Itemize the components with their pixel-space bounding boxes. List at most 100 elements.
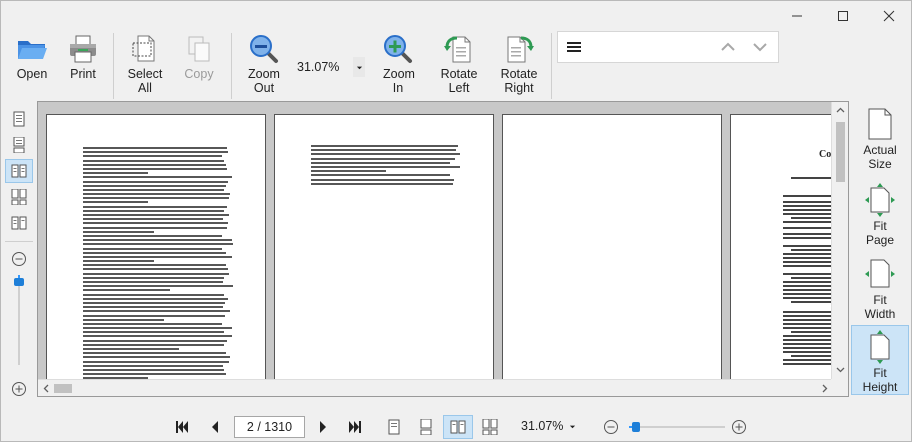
single-page-view-button[interactable] bbox=[5, 107, 33, 131]
previous-page-button[interactable] bbox=[205, 417, 225, 437]
scroll-down-icon[interactable] bbox=[836, 365, 845, 374]
last-page-button[interactable] bbox=[345, 417, 365, 437]
slider-thumb[interactable] bbox=[14, 278, 24, 286]
text-line bbox=[83, 264, 227, 267]
text-line bbox=[83, 301, 225, 304]
continuous-facing-view-button[interactable] bbox=[5, 185, 33, 209]
vertical-scrollbar[interactable] bbox=[831, 102, 848, 380]
single-page-icon bbox=[388, 419, 400, 435]
text-line bbox=[83, 251, 227, 254]
text-line bbox=[83, 255, 233, 258]
chevron-down-icon[interactable] bbox=[752, 39, 768, 55]
fit-height-icon bbox=[870, 330, 890, 364]
text-line bbox=[83, 289, 170, 292]
copy-button[interactable]: Copy bbox=[179, 33, 219, 99]
select-all-button[interactable]: Select All bbox=[123, 33, 167, 99]
slider-thumb[interactable] bbox=[632, 422, 640, 432]
text-line bbox=[83, 322, 222, 325]
text-line bbox=[83, 176, 232, 179]
next-page-button[interactable] bbox=[313, 417, 333, 437]
horizontal-scrollbar[interactable] bbox=[38, 379, 833, 396]
text-line bbox=[83, 218, 223, 221]
document-page bbox=[274, 114, 494, 390]
fit-width-icon bbox=[865, 259, 895, 288]
page-number-input[interactable]: 2 / 1310 bbox=[234, 416, 305, 438]
two-page-continuous-icon bbox=[11, 189, 27, 205]
fit-height-button[interactable]: Fit Height bbox=[851, 325, 909, 395]
facing-view-button[interactable] bbox=[443, 415, 473, 439]
facing-view-button[interactable] bbox=[5, 159, 33, 183]
book-view-button[interactable] bbox=[5, 211, 33, 235]
sidebar-zoom-out-button[interactable] bbox=[5, 247, 33, 271]
previous-page-icon bbox=[212, 421, 218, 433]
last-page-icon bbox=[349, 421, 361, 433]
actual-size-button[interactable]: Actual Size bbox=[851, 103, 909, 173]
continuous-view-button[interactable] bbox=[411, 415, 441, 439]
close-button[interactable] bbox=[866, 1, 912, 31]
circle-plus-icon bbox=[12, 382, 26, 396]
minimize-button[interactable] bbox=[774, 1, 820, 31]
text-line bbox=[83, 335, 232, 338]
text-line bbox=[311, 178, 454, 181]
text-line bbox=[311, 174, 450, 177]
bottom-zoom-slider[interactable] bbox=[629, 422, 725, 432]
text-line bbox=[311, 170, 387, 173]
fit-width-button[interactable]: Fit Width bbox=[851, 253, 909, 323]
text-line bbox=[83, 147, 227, 149]
rotate-right-icon bbox=[507, 36, 534, 63]
sidebar-divider bbox=[5, 241, 33, 242]
single-page-view-button[interactable] bbox=[379, 415, 409, 439]
sidebar-zoom-in-button[interactable] bbox=[5, 377, 33, 401]
sidebar-zoom-slider[interactable] bbox=[14, 275, 24, 365]
scroll-up-icon[interactable] bbox=[836, 106, 845, 115]
scrollbar-thumb[interactable] bbox=[54, 384, 72, 393]
text-line bbox=[83, 331, 224, 334]
printer-icon bbox=[70, 35, 96, 63]
text-line bbox=[83, 268, 228, 271]
maximize-button[interactable] bbox=[820, 1, 866, 31]
document-page: Co bbox=[730, 114, 840, 390]
document-page bbox=[46, 114, 266, 390]
zoom-out-button[interactable]: Zoom Out bbox=[241, 33, 287, 99]
scroll-left-icon[interactable] bbox=[42, 384, 51, 393]
continuous-facing-view-button[interactable] bbox=[475, 415, 505, 439]
text-line bbox=[83, 352, 226, 355]
hamburger-menu-icon[interactable] bbox=[566, 39, 582, 55]
scrollbar-thumb[interactable] bbox=[836, 122, 845, 182]
text-line bbox=[311, 161, 451, 164]
rotate-left-button[interactable]: Rotate Left bbox=[435, 33, 483, 99]
chevron-up-icon[interactable] bbox=[720, 39, 736, 55]
bottom-zoom-in-button[interactable] bbox=[729, 417, 749, 437]
search-panel bbox=[557, 31, 779, 63]
toolbar-separator bbox=[231, 33, 232, 99]
document-view[interactable]: Co bbox=[37, 101, 849, 397]
text-line bbox=[83, 306, 223, 309]
fit-page-button[interactable]: Fit Page bbox=[851, 179, 909, 249]
bottom-zoom-select[interactable]: 31.07% bbox=[521, 419, 576, 433]
left-view-mode-bar bbox=[3, 105, 35, 405]
page-text bbox=[83, 145, 233, 382]
magnifier-plus-icon bbox=[384, 35, 412, 63]
main-toolbar: Open Print Select All Copy Zoom Out 31.0… bbox=[1, 29, 553, 101]
zoom-in-button[interactable]: Zoom In bbox=[375, 33, 421, 99]
text-line bbox=[83, 360, 229, 363]
scroll-right-icon[interactable] bbox=[820, 384, 829, 393]
pdf-viewer-window: Open Print Select All Copy Zoom Out 31.0… bbox=[0, 0, 912, 442]
circle-plus-icon bbox=[732, 420, 746, 434]
first-page-button[interactable] bbox=[172, 417, 192, 437]
chevron-down-icon[interactable] bbox=[353, 57, 365, 77]
text-line bbox=[83, 230, 154, 233]
text-line bbox=[83, 314, 226, 317]
next-page-icon bbox=[320, 421, 326, 433]
zoom-select[interactable]: 31.07% bbox=[287, 57, 369, 77]
print-button[interactable]: Print bbox=[63, 33, 103, 99]
bottom-zoom-out-button[interactable] bbox=[601, 417, 621, 437]
continuous-view-button[interactable] bbox=[5, 133, 33, 157]
rotate-right-button[interactable]: Rotate Right bbox=[495, 33, 543, 99]
text-line bbox=[83, 318, 164, 321]
open-button[interactable]: Open bbox=[11, 33, 53, 99]
text-line bbox=[83, 209, 224, 212]
text-line bbox=[83, 205, 227, 208]
text-line bbox=[83, 327, 233, 330]
maximize-icon bbox=[838, 11, 848, 21]
